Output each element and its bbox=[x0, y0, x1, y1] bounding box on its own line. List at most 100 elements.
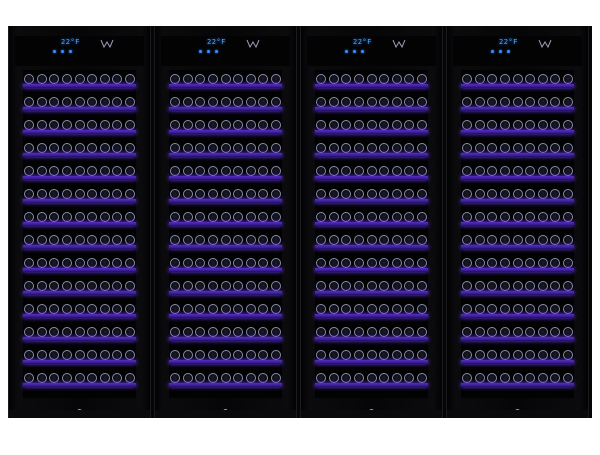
wine-bottle bbox=[195, 373, 206, 383]
shelf bbox=[315, 258, 428, 274]
wine-bottle bbox=[487, 281, 498, 291]
wine-bottle bbox=[474, 143, 485, 153]
wine-bottle bbox=[462, 304, 472, 314]
wine-bottle bbox=[182, 74, 193, 84]
wine-bottle bbox=[366, 143, 377, 153]
plus-button-icon[interactable] bbox=[207, 50, 210, 53]
wine-bottle bbox=[353, 235, 364, 245]
temperature-display[interactable]: 22°F bbox=[199, 38, 235, 58]
minus-button-icon[interactable] bbox=[53, 50, 56, 53]
shelf-rail bbox=[169, 199, 282, 203]
temperature-display[interactable]: 22°F bbox=[53, 38, 89, 58]
shelf-rail bbox=[23, 291, 136, 295]
shelf-rail bbox=[461, 153, 574, 157]
wine-bottle bbox=[391, 235, 402, 245]
wine-bottle bbox=[271, 350, 281, 360]
bottle-row bbox=[24, 166, 135, 176]
logo-icon bbox=[391, 38, 407, 50]
wine-bottle bbox=[550, 166, 561, 176]
plus-button-icon[interactable] bbox=[353, 50, 356, 53]
shelf-rail bbox=[315, 84, 428, 88]
wine-bottle bbox=[537, 258, 548, 268]
wine-bottle bbox=[61, 74, 72, 84]
wine-bottle bbox=[125, 120, 135, 130]
bottle-row bbox=[462, 327, 573, 337]
light-button-icon[interactable] bbox=[507, 50, 510, 53]
wine-bottle bbox=[49, 212, 60, 222]
wine-bottle bbox=[170, 74, 180, 84]
wine-bottle bbox=[341, 97, 352, 107]
minus-button-icon[interactable] bbox=[491, 50, 494, 53]
shelf-rail bbox=[169, 360, 282, 364]
shelf-rail bbox=[23, 314, 136, 318]
shelf-rail bbox=[461, 360, 574, 364]
logo-icon bbox=[99, 38, 115, 50]
wine-bottle bbox=[563, 327, 573, 337]
wine-bottle bbox=[61, 281, 72, 291]
bottle-row bbox=[462, 373, 573, 383]
base-kickplate bbox=[447, 410, 588, 418]
wine-bottle bbox=[87, 258, 98, 268]
plus-button-icon[interactable] bbox=[499, 50, 502, 53]
wine-bottle bbox=[366, 120, 377, 130]
shelf bbox=[23, 166, 136, 182]
wine-bottle bbox=[170, 281, 180, 291]
wine-bottle bbox=[245, 143, 256, 153]
wine-bottle bbox=[379, 258, 390, 268]
wine-bottle bbox=[474, 74, 485, 84]
wine-bottle bbox=[512, 212, 523, 222]
wine-bottle bbox=[74, 143, 85, 153]
wine-bottle bbox=[462, 327, 472, 337]
wine-bottle bbox=[379, 304, 390, 314]
temperature-readout: 22°F bbox=[353, 38, 372, 46]
bottle-rack bbox=[461, 70, 574, 398]
shelf bbox=[169, 235, 282, 251]
wine-bottle bbox=[87, 120, 98, 130]
temperature-display[interactable]: 22°F bbox=[491, 38, 527, 58]
light-button-icon[interactable] bbox=[69, 50, 72, 53]
temperature-display[interactable]: 22°F bbox=[345, 38, 381, 58]
light-button-icon[interactable] bbox=[215, 50, 218, 53]
wine-bottle bbox=[258, 212, 269, 222]
shelf-rail bbox=[23, 130, 136, 134]
wine-bottle bbox=[233, 281, 244, 291]
wine-bottle bbox=[61, 120, 72, 130]
wine-bottle bbox=[353, 189, 364, 199]
shelf bbox=[23, 143, 136, 159]
wine-bottle bbox=[36, 281, 47, 291]
wine-bottle bbox=[417, 235, 427, 245]
wine-bottle bbox=[328, 350, 339, 360]
wine-bottle bbox=[74, 235, 85, 245]
minus-button-icon[interactable] bbox=[345, 50, 348, 53]
minus-button-icon[interactable] bbox=[199, 50, 202, 53]
bottle-row bbox=[462, 97, 573, 107]
wine-bottle bbox=[474, 350, 485, 360]
wine-bottle bbox=[417, 166, 427, 176]
wine-bottle bbox=[512, 304, 523, 314]
wine-bottle bbox=[112, 212, 123, 222]
bottle-row bbox=[24, 97, 135, 107]
wine-bottle bbox=[61, 235, 72, 245]
light-button-icon[interactable] bbox=[361, 50, 364, 53]
wine-bottle bbox=[220, 258, 231, 268]
wine-bottle bbox=[474, 235, 485, 245]
shelf-rail bbox=[23, 360, 136, 364]
wine-bottle bbox=[417, 350, 427, 360]
wine-bottle bbox=[550, 235, 561, 245]
wine-bottle bbox=[182, 327, 193, 337]
wine-bottle bbox=[353, 97, 364, 107]
wine-bottle bbox=[341, 212, 352, 222]
bottle-row bbox=[24, 304, 135, 314]
wine-bottle bbox=[245, 350, 256, 360]
wine-bottle bbox=[391, 258, 402, 268]
wine-bottle bbox=[525, 258, 536, 268]
wine-bottle bbox=[404, 373, 415, 383]
bottle-row bbox=[170, 120, 281, 130]
wine-bottle bbox=[61, 258, 72, 268]
wine-bottle bbox=[537, 120, 548, 130]
wine-bottle bbox=[341, 373, 352, 383]
plus-button-icon[interactable] bbox=[61, 50, 64, 53]
wine-bottle bbox=[341, 235, 352, 245]
bottle-row bbox=[170, 189, 281, 199]
wine-bottle bbox=[258, 120, 269, 130]
